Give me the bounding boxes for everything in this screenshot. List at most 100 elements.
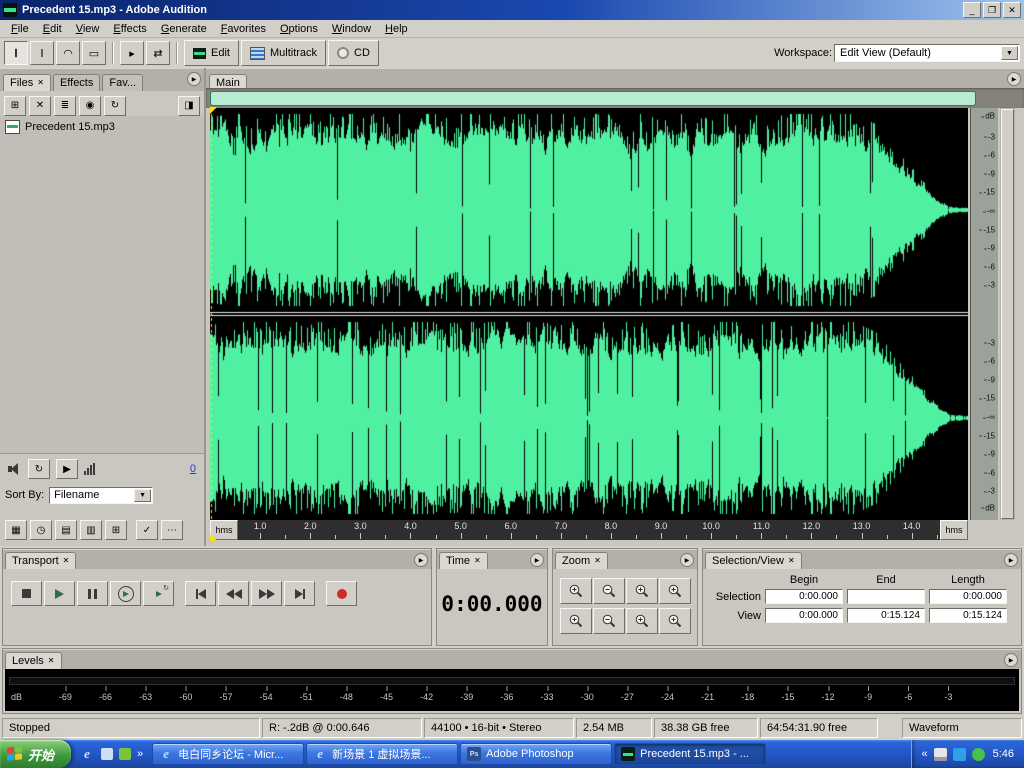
restore-button[interactable]: ❐ [983, 2, 1001, 18]
file-list-item[interactable]: Precedent 15.mp3 [2, 119, 202, 135]
marquee-tool-button[interactable]: ▭ [82, 41, 106, 65]
vertical-scrollbar-thumb[interactable] [1001, 109, 1014, 519]
show-desktop-icon[interactable] [101, 748, 113, 760]
selection-begin-field[interactable]: 0:00.000 [765, 589, 843, 604]
zoom-tab-close-icon[interactable]: ✕ [594, 557, 601, 565]
ruler-unit-right[interactable]: hms [940, 520, 968, 540]
cd-view-button[interactable]: CD [328, 40, 379, 66]
tray-app-icon[interactable] [953, 748, 966, 761]
time-display[interactable]: 0:00.000 [443, 581, 541, 627]
workspace-dropdown-arrow-icon[interactable]: ▼ [1001, 46, 1018, 60]
selection-view-panel-menu-button[interactable]: ▶ [1004, 553, 1018, 567]
transport-tab-close-icon[interactable]: ✕ [63, 557, 70, 565]
timeline-ruler[interactable]: 14.013.012.011.010.09.08.07.06.05.04.03.… [210, 520, 968, 540]
menu-window[interactable]: Window [325, 22, 378, 36]
play-looped-button[interactable]: ↻ [143, 581, 174, 606]
close-file-button[interactable]: ✕ [29, 96, 51, 116]
import-file-button[interactable]: ⊞ [4, 96, 26, 116]
preview-volume-value[interactable]: 0 [190, 463, 196, 475]
zoom-full-button[interactable] [659, 578, 691, 604]
pause-button[interactable] [77, 581, 108, 606]
zoom-in-left-edge-button[interactable] [626, 608, 658, 634]
start-button[interactable]: 开始 [0, 740, 71, 768]
tab-effects[interactable]: Effects [53, 74, 100, 91]
zoom-in-vertical-button[interactable] [560, 608, 592, 634]
taskbar-task-3[interactable]: Ps Adobe Photoshop [460, 743, 612, 765]
zoom-in-right-edge-button[interactable] [659, 608, 691, 634]
zoom-out-horizontal-button[interactable] [593, 578, 625, 604]
panel-menu-button[interactable]: ▶ [187, 72, 201, 86]
transport-panel-menu-button[interactable]: ▶ [414, 553, 428, 567]
workspace-dropdown[interactable]: Edit View (Default) ▼ [834, 44, 1020, 62]
clock[interactable]: 5:46 [993, 748, 1014, 760]
transport-tab[interactable]: Transport ✕ [5, 552, 76, 569]
time-tab[interactable]: Time ✕ [439, 552, 488, 569]
main-panel-menu-button[interactable]: ▶ [1007, 72, 1021, 86]
quick-launch-more-icon[interactable]: » [137, 748, 143, 760]
refresh-button[interactable]: ↻ [104, 96, 126, 116]
show-loop-files-button[interactable]: ◷ [30, 520, 52, 540]
view-begin-field[interactable]: 0:00.000 [765, 608, 843, 623]
selection-view-tab-close-icon[interactable]: ✕ [788, 557, 795, 565]
sort-by-dropdown[interactable]: Filename ▼ [49, 487, 153, 504]
scrub-tool-button[interactable]: ▸ [120, 41, 144, 65]
db-scale[interactable]: dB-3-6-9-15-∞-15-9-6-3-3-6-9-15-∞-15-9-6… [970, 108, 998, 520]
time-tab-close-icon[interactable]: ✕ [474, 557, 481, 565]
menu-favorites[interactable]: Favorites [214, 22, 273, 36]
close-button[interactable]: ✕ [1003, 2, 1021, 18]
stop-button[interactable] [11, 581, 42, 606]
menu-file[interactable]: File [4, 22, 36, 36]
advanced-options-button[interactable]: ◨ [178, 96, 200, 116]
tab-files[interactable]: Files ✕ [3, 74, 51, 91]
record-button[interactable] [326, 581, 357, 606]
options-button[interactable]: ⋯ [161, 520, 183, 540]
auto-play-button[interactable]: ↻ [28, 459, 50, 479]
menu-view[interactable]: View [69, 22, 107, 36]
internet-explorer-icon[interactable]: e [79, 746, 95, 762]
levels-panel-menu-button[interactable]: ▶ [1004, 653, 1018, 667]
file-list[interactable]: Precedent 15.mp3 [0, 116, 204, 454]
taskbar-task-4[interactable]: Precedent 15.mp3 - ... [614, 743, 766, 765]
show-midi-files-button[interactable]: ▥ [80, 520, 102, 540]
go-to-beginning-button[interactable] [185, 581, 216, 606]
menu-options[interactable]: Options [273, 22, 325, 36]
play-button[interactable] [44, 581, 75, 606]
view-end-field[interactable]: 0:15.124 [847, 608, 925, 623]
show-audio-files-button[interactable]: ▦ [5, 520, 27, 540]
zoom-to-selection-button[interactable] [626, 578, 658, 604]
levels-tab-close-icon[interactable]: ✕ [48, 657, 55, 665]
time-selection-tool-button[interactable]: Ⅰ [30, 41, 54, 65]
minimize-button[interactable]: _ [963, 2, 981, 18]
input-method-icon[interactable] [934, 748, 947, 761]
time-panel-menu-button[interactable]: ▶ [530, 553, 544, 567]
tray-collapse-icon[interactable]: « [921, 748, 927, 760]
insert-into-cd-button[interactable]: ◉ [79, 96, 101, 116]
overview-bar[interactable] [210, 91, 976, 106]
rewind-button[interactable] [218, 581, 249, 606]
taskbar-task-2[interactable]: e 新场景 1 虚拟场景... [306, 743, 458, 765]
overview-track[interactable] [206, 88, 1024, 108]
sort-by-dropdown-arrow-icon[interactable]: ▼ [134, 489, 151, 502]
edit-view-button[interactable]: Edit [184, 40, 239, 66]
playback-cursor-top-marker[interactable] [210, 107, 217, 114]
full-paths-button[interactable]: ✓ [136, 520, 158, 540]
quick-launch-icon[interactable] [119, 748, 131, 760]
taskbar-task-1[interactable]: e 电白同乡论坛 - Micr... [152, 743, 304, 765]
zoom-out-vertical-button[interactable] [593, 608, 625, 634]
multitrack-view-button[interactable]: Multitrack [241, 40, 326, 66]
fast-forward-button[interactable] [251, 581, 282, 606]
move-tool-button[interactable]: ⇄ [146, 41, 170, 65]
menu-help[interactable]: Help [378, 22, 415, 36]
preview-volume-icon[interactable] [84, 463, 95, 475]
zoom-tab[interactable]: Zoom ✕ [555, 552, 608, 569]
selection-end-field[interactable] [847, 589, 925, 604]
view-length-field[interactable]: 0:15.124 [929, 608, 1007, 623]
mute-preview-icon[interactable] [8, 463, 22, 475]
levels-tab[interactable]: Levels ✕ [5, 652, 62, 669]
menu-generate[interactable]: Generate [154, 22, 214, 36]
tab-favorites[interactable]: Fav... [102, 74, 143, 91]
lasso-tool-button[interactable]: ◠ [56, 41, 80, 65]
hybrid-tool-button[interactable]: Ⅰ [4, 41, 28, 65]
selection-length-field[interactable]: 0:00.000 [929, 589, 1007, 604]
zoom-in-horizontal-button[interactable] [560, 578, 592, 604]
